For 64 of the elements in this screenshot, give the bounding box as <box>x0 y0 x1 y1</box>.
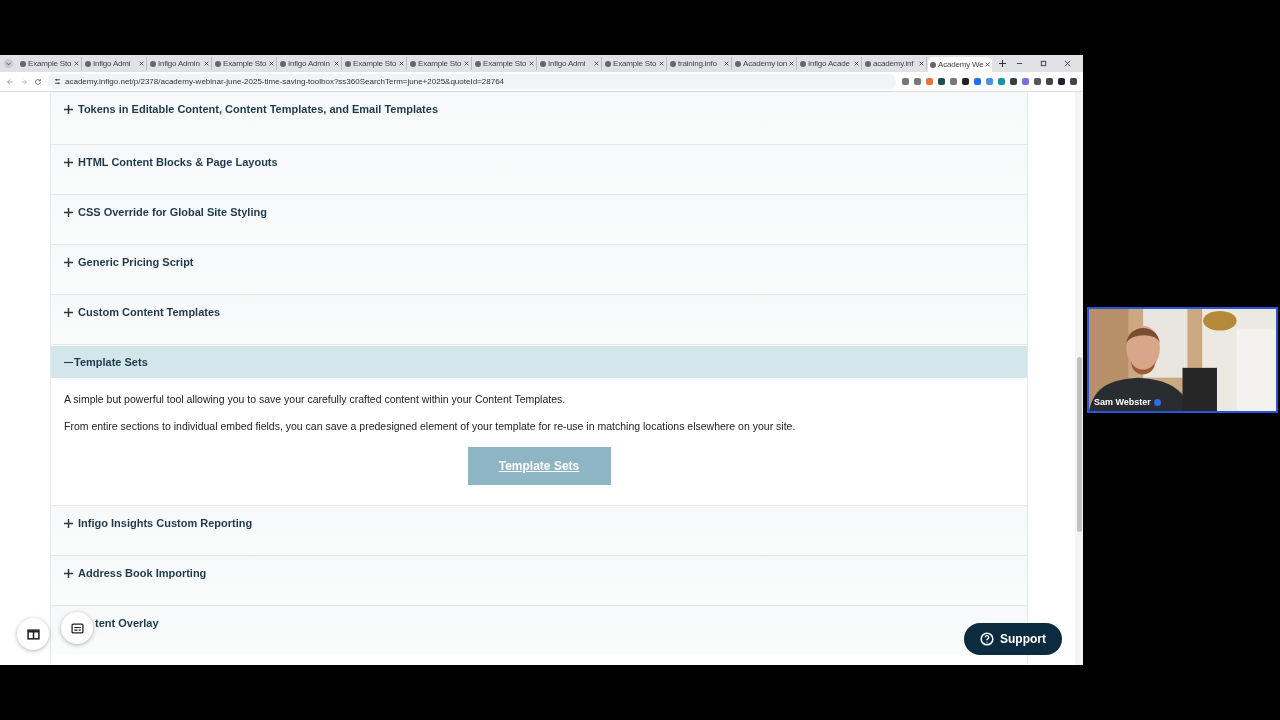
close-icon[interactable] <box>659 61 664 66</box>
browser-tab[interactable]: Example Sto <box>18 57 82 70</box>
accordion-header[interactable]: Custom Content Templates <box>64 306 221 318</box>
browser-tab[interactable]: training.info <box>668 57 732 70</box>
accordion-header[interactable]: Infigo Insights Custom Reporting <box>64 517 253 529</box>
restore-icon[interactable] <box>1040 60 1047 67</box>
columns-icon <box>26 628 40 640</box>
close-icon[interactable] <box>74 61 79 66</box>
accordion-header[interactable]: Address Book Importing <box>64 567 207 579</box>
browser-tab[interactable]: Example Sto <box>603 57 667 70</box>
close-icon[interactable] <box>139 61 144 66</box>
support-button[interactable]: Support <box>964 623 1062 655</box>
browser-tab[interactable]: academy.inf <box>863 57 927 70</box>
new-tab-icon[interactable] <box>999 60 1006 67</box>
browser-tab[interactable]: Academy We <box>928 57 992 72</box>
address-field[interactable]: academy.infigo.net/p/2378/academy-webinar-june-2025-time-saving-toolbox?ss360SearchTerm=june+2025&quoteId=28764 <box>48 74 896 89</box>
help-icon <box>980 632 994 646</box>
layout-button[interactable] <box>17 618 49 650</box>
browser-tab[interactable]: Example Sto <box>343 57 407 70</box>
browser-tab[interactable]: Infigo Acade <box>798 57 862 70</box>
accordion-header[interactable]: Generic Pricing Script <box>64 256 194 268</box>
close-icon[interactable] <box>269 61 274 66</box>
close-icon[interactable] <box>464 61 469 66</box>
browser-tab[interactable]: Example Sto <box>408 57 472 70</box>
close-icon[interactable] <box>985 62 991 67</box>
reload-icon[interactable] <box>34 77 42 86</box>
site-info-icon[interactable] <box>54 78 61 85</box>
plus-icon <box>64 307 73 317</box>
browser-tab[interactable]: Example Sto <box>473 57 537 70</box>
minimize-icon[interactable] <box>1016 60 1023 67</box>
close-icon[interactable] <box>1064 60 1071 67</box>
plus-icon <box>64 518 73 528</box>
plus-icon <box>64 207 73 217</box>
browser-tab[interactable]: Infigo Admi <box>538 57 602 70</box>
tab-search-button[interactable] <box>4 59 13 68</box>
plus-icon <box>64 104 73 114</box>
paragraph: From entire sections to individual embed fields, you can save a predesigned element of your template for re-use in matching locations elsewhere on your site. <box>64 420 797 433</box>
scrollbar-thumb[interactable] <box>1076 357 1082 532</box>
plus-icon <box>64 568 73 578</box>
plus-icon <box>64 257 73 267</box>
close-icon[interactable] <box>854 61 859 66</box>
close-icon[interactable] <box>789 61 795 66</box>
paragraph: A simple but powerful tool allowing you to save your carefully crafted content within your Content Templates. <box>64 393 567 406</box>
accordion-header[interactable]: tent Overlay <box>95 617 159 629</box>
close-icon[interactable] <box>594 61 599 66</box>
browser-tab[interactable]: Infigo Admin <box>278 57 342 70</box>
close-icon[interactable] <box>204 61 209 66</box>
accordion-header[interactable]: Template Sets <box>64 356 148 368</box>
captions-icon <box>70 622 84 634</box>
close-icon[interactable] <box>399 61 404 66</box>
participant-name: Sam Webster <box>1094 397 1151 407</box>
plus-icon <box>64 157 73 167</box>
badge-icon <box>1153 398 1161 406</box>
browser-tab[interactable]: Academy ion <box>733 57 797 70</box>
accordion-header[interactable]: HTML Content Blocks & Page Layouts <box>64 156 278 168</box>
accordion-header[interactable]: Tokens in Editable Content, Content Templates, and Email Templates <box>64 103 438 115</box>
browser-tab[interactable]: Infigo Admin <box>148 57 212 70</box>
browser-tab[interactable]: Example Sto <box>213 57 277 70</box>
close-icon[interactable] <box>334 61 339 66</box>
close-icon[interactable] <box>724 61 729 66</box>
close-icon[interactable] <box>919 61 924 66</box>
browser-tab[interactable]: Infigo Admi <box>83 57 147 70</box>
close-icon[interactable] <box>529 61 534 66</box>
accordion-header[interactable]: CSS Override for Global Site Styling <box>64 206 267 218</box>
